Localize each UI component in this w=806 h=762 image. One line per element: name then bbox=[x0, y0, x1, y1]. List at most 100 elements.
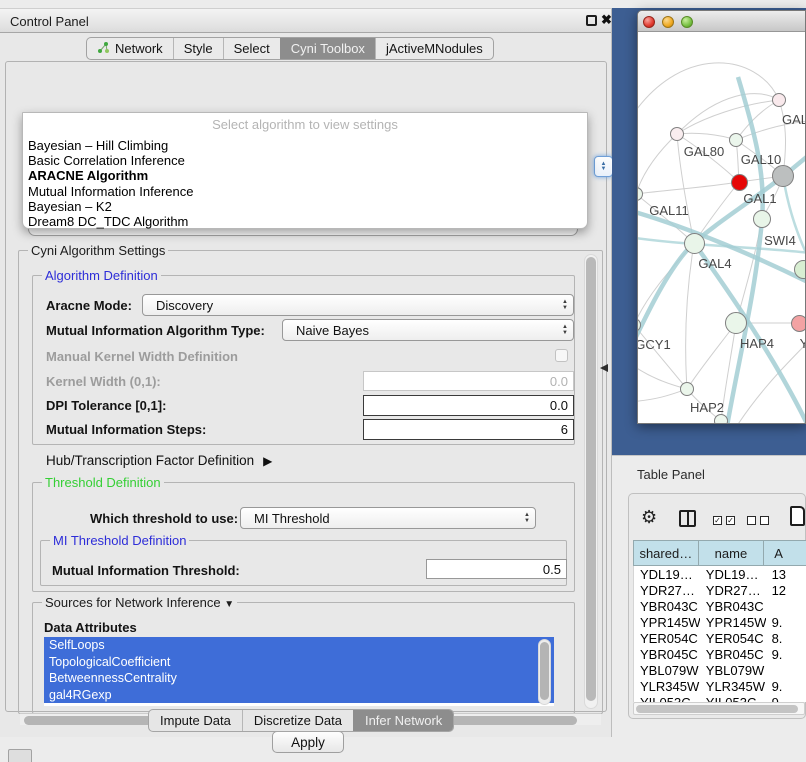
algorithm-option[interactable]: ARACNE Algorithm bbox=[28, 168, 582, 183]
algorithm-definition-title: Algorithm Definition bbox=[42, 268, 161, 283]
tab-select[interactable]: Select bbox=[223, 38, 280, 59]
unchecked-checkbox-icon[interactable] bbox=[747, 516, 756, 525]
tab-style[interactable]: Style bbox=[173, 38, 223, 59]
close-traffic-light-icon[interactable] bbox=[643, 16, 655, 28]
node-label: GAL80 bbox=[684, 144, 724, 159]
manual-kernel-label: Manual Kernel Width Definition bbox=[46, 349, 238, 364]
gear-icon[interactable]: ⚙ bbox=[641, 507, 657, 528]
network-window-titlebar[interactable] bbox=[638, 11, 805, 32]
algorithm-option[interactable]: Mutual Information Inference bbox=[28, 184, 582, 199]
table-cell: YLR345W bbox=[700, 678, 766, 694]
table-horizontal-scrollbar-thumb[interactable] bbox=[636, 705, 798, 713]
attribute-item-selected[interactable]: gal4RGexp bbox=[44, 687, 554, 704]
table-row[interactable]: YBR043CYBR043C bbox=[634, 598, 806, 614]
mi-threshold-value: 0.5 bbox=[543, 562, 561, 577]
network-node-hap4[interactable] bbox=[725, 312, 747, 334]
table-cell: 8. bbox=[766, 630, 806, 646]
table-row[interactable]: YDL19…YDL19…13 bbox=[634, 566, 806, 582]
table-cell: YBR043C bbox=[700, 598, 766, 614]
table-cell: YPR145W bbox=[700, 614, 766, 630]
mi-threshold-field[interactable]: 0.5 bbox=[426, 559, 567, 579]
inference-algorithm-combo-stepper[interactable]: ▲▼ bbox=[594, 156, 613, 177]
data-attributes-label: Data Attributes bbox=[44, 620, 137, 635]
unchecked-checkbox-icon[interactable] bbox=[760, 516, 769, 525]
tab-impute-data[interactable]: Impute Data bbox=[149, 710, 242, 731]
table-row[interactable]: YPR145WYPR145W9. bbox=[634, 614, 806, 630]
hub-definition-expander[interactable]: Hub/Transcription Factor Definition▶ bbox=[46, 453, 272, 468]
attributes-scrollbar[interactable] bbox=[538, 639, 551, 705]
control-panel-title: Control Panel bbox=[10, 14, 89, 29]
panel-corner-button[interactable] bbox=[8, 749, 32, 762]
checked-checkbox-icon[interactable]: ✓ bbox=[713, 516, 722, 525]
checked-checkbox-icon[interactable]: ✓ bbox=[726, 516, 735, 525]
kernel-width-field[interactable]: 0.0 bbox=[363, 371, 574, 391]
column-header-shared…[interactable]: shared… bbox=[633, 540, 699, 566]
table-cell: YDR27… bbox=[700, 582, 766, 598]
aracne-mode-select[interactable]: Discovery ▲▼ bbox=[142, 294, 574, 316]
combo-stepper-icon: ▲▼ bbox=[524, 512, 530, 524]
algorithm-option[interactable]: Dream8 DC_TDC Algorithm bbox=[28, 214, 582, 229]
attribute-item-selected[interactable]: SelfLoops bbox=[44, 637, 554, 654]
table-row[interactable]: YIL053CYIL053C9. bbox=[634, 694, 806, 702]
column-layout-icon[interactable] bbox=[679, 510, 696, 527]
dpi-tolerance-field[interactable]: 0.0 bbox=[363, 395, 574, 416]
network-node-gal[interactable] bbox=[772, 93, 786, 107]
network-node-gal4[interactable] bbox=[684, 233, 705, 254]
network-node-gal10[interactable] bbox=[729, 133, 743, 147]
network-node-y[interactable] bbox=[791, 315, 806, 332]
network-edges bbox=[638, 32, 805, 423]
table-row[interactable]: YER054CYER054C8. bbox=[634, 630, 806, 646]
network-node-gal1[interactable] bbox=[731, 174, 748, 191]
apply-button[interactable]: Apply bbox=[272, 731, 344, 753]
network-node-hap2[interactable] bbox=[680, 382, 694, 396]
attributes-scrollbar-thumb[interactable] bbox=[540, 642, 549, 700]
tab-jactivemnodules[interactable]: jActiveMNodules bbox=[375, 38, 493, 59]
tab-network[interactable]: Network bbox=[87, 38, 173, 59]
table-row[interactable]: YBL079WYBL079W bbox=[634, 662, 806, 678]
algorithm-dropdown-placeholder: Select algorithm to view settings bbox=[23, 117, 587, 132]
network-canvas[interactable]: GALGAL80GAL10GAL1GAL11SWI4GAL4GCY1HAP4YH… bbox=[638, 32, 805, 423]
settings-vertical-scrollbar[interactable] bbox=[584, 254, 598, 709]
zoom-traffic-light-icon[interactable] bbox=[681, 16, 693, 28]
table-row[interactable]: YDR27…YDR27…12 bbox=[634, 582, 806, 598]
attribute-item-selected[interactable]: TopologicalCoefficient bbox=[44, 654, 554, 671]
network-node[interactable] bbox=[772, 165, 794, 187]
manual-kernel-checkbox[interactable] bbox=[555, 349, 568, 362]
table-body: YDL19…YDL19…13YDR27…YDR27…12YBR043CYBR04… bbox=[633, 566, 806, 702]
algorithm-option[interactable]: Bayesian – K2 bbox=[28, 199, 582, 214]
document-icon[interactable] bbox=[790, 506, 805, 526]
column-header-name[interactable]: name bbox=[699, 540, 765, 566]
table-cell: YIL053C bbox=[634, 694, 700, 702]
table-cell: YDL19… bbox=[634, 566, 700, 582]
table-row[interactable]: YBR045CYBR045C9. bbox=[634, 646, 806, 662]
data-attributes-list[interactable]: SelfLoopsTopologicalCoefficientBetweenne… bbox=[44, 637, 554, 706]
table-cell: YIL053C bbox=[700, 694, 766, 702]
tab-cyni-toolbox[interactable]: Cyni Toolbox bbox=[280, 38, 375, 59]
mi-threshold-group-title: MI Threshold Definition bbox=[50, 533, 189, 548]
table-horizontal-scrollbar[interactable] bbox=[633, 702, 805, 715]
float-window-icon[interactable] bbox=[586, 15, 597, 26]
tab-label: Cyni Toolbox bbox=[291, 41, 365, 56]
algorithm-dropdown-list: Bayesian – Hill ClimbingBasic Correlatio… bbox=[28, 138, 582, 229]
attribute-item-selected[interactable]: BetweennessCentrality bbox=[44, 670, 554, 687]
table-cell: YER054C bbox=[634, 630, 700, 646]
table-row[interactable]: YLR345WYLR345W9. bbox=[634, 678, 806, 694]
close-icon[interactable]: ✖ bbox=[601, 12, 612, 28]
collapse-down-icon[interactable]: ▼ bbox=[224, 599, 234, 610]
mouse-cursor bbox=[600, 364, 608, 372]
algorithm-option[interactable]: Basic Correlation Inference bbox=[28, 153, 582, 168]
mi-type-select[interactable]: Naive Bayes ▲▼ bbox=[282, 319, 574, 341]
mi-steps-field[interactable]: 6 bbox=[363, 419, 574, 440]
table-cell: YBL079W bbox=[634, 662, 700, 678]
column-header-A[interactable]: A bbox=[764, 540, 806, 566]
which-threshold-select[interactable]: MI Threshold ▲▼ bbox=[240, 507, 536, 529]
settings-vertical-scrollbar-thumb[interactable] bbox=[586, 257, 596, 701]
tab-infer-network[interactable]: Infer Network bbox=[353, 710, 453, 731]
network-node-swi4[interactable] bbox=[753, 210, 771, 228]
minimize-traffic-light-icon[interactable] bbox=[662, 16, 674, 28]
dpi-tolerance-value: 0.0 bbox=[550, 398, 568, 413]
network-node[interactable] bbox=[714, 414, 728, 423]
network-node-gal80[interactable] bbox=[670, 127, 684, 141]
algorithm-option[interactable]: Bayesian – Hill Climbing bbox=[28, 138, 582, 153]
tab-discretize-data[interactable]: Discretize Data bbox=[242, 710, 353, 731]
